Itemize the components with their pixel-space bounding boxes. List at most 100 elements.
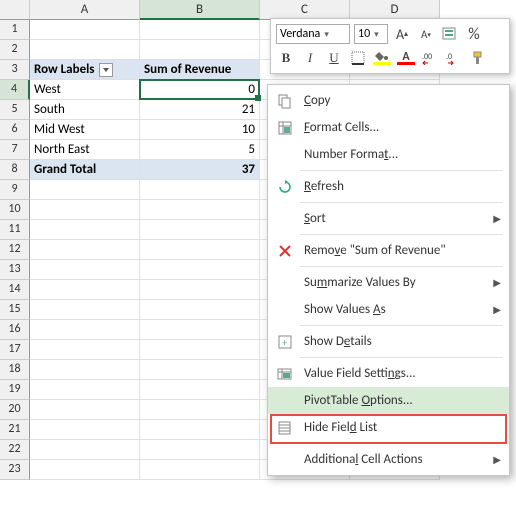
col-header-c[interactable]: C [260, 0, 350, 20]
cell[interactable] [140, 320, 260, 340]
menu-remove[interactable]: Remove "Sum of Revenue" [268, 237, 509, 264]
cell[interactable] [30, 220, 140, 240]
cell[interactable] [30, 320, 140, 340]
row-header[interactable]: 16 [0, 320, 30, 340]
cell[interactable]: 21 [140, 100, 260, 120]
menu-hide-field-list[interactable]: Hide Field List [268, 414, 509, 441]
cell[interactable]: West [30, 80, 140, 100]
row-header[interactable]: 22 [0, 440, 30, 460]
italic-button[interactable]: I [300, 48, 320, 68]
underline-button[interactable]: U [324, 48, 344, 68]
cell[interactable] [140, 40, 260, 60]
menu-number-format[interactable]: Number Format... [268, 141, 509, 168]
cell[interactable] [140, 400, 260, 420]
font-name-select[interactable]: Verdana▾ [276, 24, 350, 44]
cell[interactable] [30, 300, 140, 320]
menu-show-values-as[interactable]: Show Values As ▶ [268, 296, 509, 323]
row-header[interactable]: 21 [0, 420, 30, 440]
cell[interactable] [140, 180, 260, 200]
cell[interactable] [140, 300, 260, 320]
row-header[interactable]: 5 [0, 100, 30, 120]
bold-button[interactable]: B [276, 48, 296, 68]
menu-value-field-settings[interactable]: Value Field Settings... [268, 360, 509, 387]
row-header[interactable]: 2 [0, 40, 30, 60]
cell[interactable]: North East [30, 140, 140, 160]
cell[interactable] [140, 360, 260, 380]
menu-pivottable-options[interactable]: PivotTable Options... [268, 387, 509, 414]
menu-additional-actions[interactable]: Additional Cell Actions ▶ [268, 446, 509, 473]
font-color-icon[interactable]: A [396, 48, 416, 68]
cell[interactable]: 5 [140, 140, 260, 160]
menu-show-details[interactable]: + Show Details [268, 328, 509, 355]
row-header[interactable]: 7 [0, 140, 30, 160]
cell[interactable]: South [30, 100, 140, 120]
cell[interactable] [140, 420, 260, 440]
row-header[interactable]: 13 [0, 260, 30, 280]
border-icon[interactable] [348, 48, 368, 68]
row-header[interactable]: 1 [0, 20, 30, 40]
menu-summarize[interactable]: Summarize Values By ▶ [268, 269, 509, 296]
col-header-d[interactable]: D [350, 0, 440, 20]
increase-font-icon[interactable]: A▴ [392, 24, 412, 44]
cell[interactable] [140, 460, 260, 480]
row-header[interactable]: 12 [0, 240, 30, 260]
cell[interactable] [30, 340, 140, 360]
row-header[interactable]: 17 [0, 340, 30, 360]
cell[interactable]: 10 [140, 120, 260, 140]
menu-copy[interactable]: Copy [268, 87, 509, 114]
row-header[interactable]: 4 [0, 80, 30, 100]
format-painter-icon[interactable] [468, 48, 488, 68]
cell[interactable] [140, 340, 260, 360]
cell[interactable] [140, 260, 260, 280]
cell[interactable] [30, 260, 140, 280]
cell[interactable] [140, 20, 260, 40]
row-header[interactable]: 9 [0, 180, 30, 200]
cell[interactable]: Row Labels [30, 60, 140, 80]
row-header[interactable]: 14 [0, 280, 30, 300]
cell[interactable] [140, 200, 260, 220]
fill-color-icon[interactable] [372, 48, 392, 68]
cell[interactable] [140, 380, 260, 400]
row-header[interactable]: 3 [0, 60, 30, 80]
cell[interactable] [30, 240, 140, 260]
row-header[interactable]: 11 [0, 220, 30, 240]
cell[interactable] [30, 460, 140, 480]
cell[interactable] [140, 280, 260, 300]
cell[interactable] [30, 380, 140, 400]
row-header[interactable]: 23 [0, 460, 30, 480]
row-header[interactable]: 8 [0, 160, 30, 180]
cell[interactable] [30, 420, 140, 440]
cell[interactable] [30, 40, 140, 60]
cell[interactable] [30, 360, 140, 380]
cell[interactable] [30, 280, 140, 300]
increase-decimal-icon[interactable]: .0 [444, 48, 464, 68]
row-header[interactable]: 19 [0, 380, 30, 400]
decrease-font-icon[interactable]: A▾ [416, 24, 436, 44]
row-header[interactable]: 20 [0, 400, 30, 420]
cell[interactable]: 37 [140, 160, 260, 180]
menu-refresh[interactable]: Refresh [268, 173, 509, 200]
row-header[interactable]: 15 [0, 300, 30, 320]
row-header[interactable]: 18 [0, 360, 30, 380]
col-header-a[interactable]: A [30, 0, 140, 20]
cell[interactable] [30, 400, 140, 420]
cell[interactable] [30, 440, 140, 460]
cell[interactable]: 0 [140, 80, 260, 100]
cell[interactable] [30, 20, 140, 40]
menu-sort[interactable]: Sort ▶ [268, 205, 509, 232]
cell[interactable] [140, 220, 260, 240]
row-header[interactable]: 6 [0, 120, 30, 140]
filter-dropdown-icon[interactable] [99, 63, 113, 77]
select-all-corner[interactable] [0, 0, 30, 20]
percent-icon[interactable]: % [464, 24, 484, 44]
col-header-b[interactable]: B [140, 0, 260, 20]
accounting-format-icon[interactable] [440, 24, 460, 44]
decrease-decimal-icon[interactable]: .00 [420, 48, 440, 68]
menu-format-cells[interactable]: Format Cells... [268, 114, 509, 141]
cell[interactable]: Grand Total [30, 160, 140, 180]
cell[interactable]: Sum of Revenue [140, 60, 260, 80]
row-header[interactable]: 10 [0, 200, 30, 220]
cell[interactable] [140, 440, 260, 460]
cell[interactable] [30, 200, 140, 220]
font-size-select[interactable]: 10▾ [354, 24, 388, 44]
